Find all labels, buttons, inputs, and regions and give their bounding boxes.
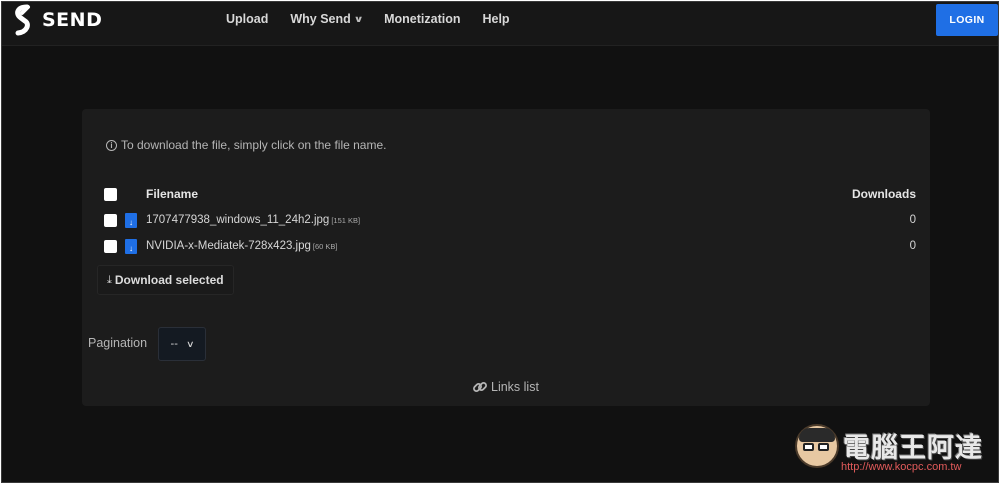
nav-help[interactable]: Help [482, 12, 509, 26]
chevron-down-icon: ∨ [185, 338, 195, 349]
watermark-text: 電腦王阿達 [843, 433, 983, 464]
file-name-link[interactable]: NVIDIA-x-Mediatek-728x423.jpg [60 KB] [146, 240, 338, 252]
download-selected-button[interactable]: ⤓ Download selected [97, 265, 234, 295]
download-count: 0 [909, 240, 916, 252]
send-logo-icon [15, 4, 30, 36]
nav-help-label: Help [482, 12, 510, 26]
file-size: [60 KB] [312, 242, 338, 251]
pagination-select[interactable]: -- ∨ [158, 327, 206, 361]
nav-monetization[interactable]: Monetization [384, 12, 460, 26]
download-panel: i To download the file, simply click on … [82, 109, 930, 406]
row-checkbox[interactable] [104, 213, 117, 227]
brand-logo[interactable]: SEND [12, 4, 102, 36]
file-name: NVIDIA-x-Mediatek-728x423.jpg [146, 240, 311, 252]
link-icon [473, 382, 487, 392]
column-header-filename: Filename [146, 187, 199, 201]
table-header: Filename Downloads [104, 185, 916, 203]
info-icon: i [106, 139, 117, 151]
login-button-label: LOGIN [949, 14, 985, 26]
download-count: 0 [909, 214, 916, 226]
info-text: To download the file, simply click on th… [121, 138, 387, 152]
chevron-down-icon: ∨ [353, 13, 364, 24]
table-row: ↓ 1707477938_windows_11_24h2.jpg [151 KB]… [104, 211, 916, 229]
file-size: [151 KB] [331, 216, 361, 225]
brand-name: SEND [42, 9, 103, 31]
download-icon: ⤓ [107, 273, 112, 286]
file-name-link[interactable]: 1707477938_windows_11_24h2.jpg [151 KB] [146, 214, 360, 226]
nav-upload[interactable]: Upload [226, 12, 268, 26]
table-row: ↓ NVIDIA-x-Mediatek-728x423.jpg [60 KB] 0 [104, 237, 916, 255]
login-button[interactable]: LOGIN [936, 4, 998, 36]
links-list-link[interactable]: Links list [472, 379, 539, 395]
column-header-downloads: Downloads [851, 187, 916, 201]
watermark-url: http://www.kocpc.com.tw [841, 461, 962, 473]
nav-why-send-label: Why Send [290, 12, 351, 26]
watermark-mascot-icon [795, 424, 839, 468]
row-checkbox[interactable] [104, 239, 117, 253]
app-window: SEND Upload Why Send ∨ Monetization Help… [1, 1, 999, 483]
links-list-label: Links list [491, 380, 539, 394]
nav-upload-label: Upload [226, 12, 269, 26]
file-download-icon: ↓ [125, 212, 137, 228]
main-nav: Upload Why Send ∨ Monetization Help [226, 2, 532, 36]
pagination-value: -- [170, 338, 178, 350]
pagination-label: Pagination [88, 336, 148, 350]
file-name: 1707477938_windows_11_24h2.jpg [146, 214, 330, 226]
select-all-checkbox[interactable] [104, 187, 117, 201]
file-download-icon: ↓ [125, 238, 137, 254]
nav-why-send[interactable]: Why Send ∨ [290, 12, 364, 26]
nav-monetization-label: Monetization [384, 12, 461, 26]
top-header: SEND Upload Why Send ∨ Monetization Help… [2, 2, 998, 46]
watermark: 電腦王阿達 http://www.kocpc.com.tw [795, 420, 995, 478]
info-message: i To download the file, simply click on … [106, 138, 386, 152]
download-selected-label: Download selected [114, 273, 224, 287]
